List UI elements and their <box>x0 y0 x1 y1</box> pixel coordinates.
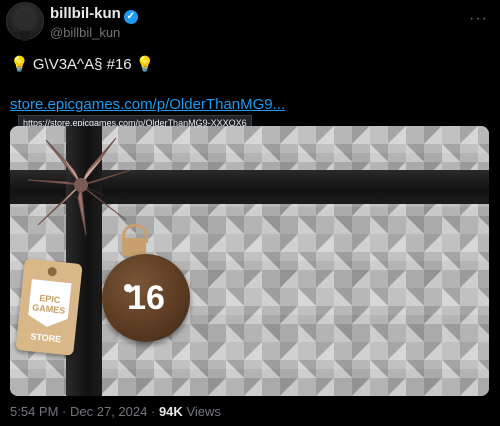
views-count: 94K <box>158 404 183 419</box>
views-label: Views <box>186 404 221 419</box>
epic-logo: EPIC GAMES <box>27 279 72 329</box>
ornament-dot <box>124 284 132 292</box>
epic-store-label: STORE <box>29 331 62 345</box>
avatar[interactable] <box>6 2 44 40</box>
tweet-text: 💡 G\V3A^A§ #16 💡 <box>10 55 155 73</box>
meta-separator: · <box>62 404 67 419</box>
lightbulb-icon: 💡 <box>135 56 155 73</box>
tweet-meta: 5:54 PM · Dec 27, 2024 · 94K Views <box>10 404 221 419</box>
bow-icon <box>27 137 132 236</box>
ornament-badge: 16 <box>102 254 190 342</box>
tweet-link[interactable]: store.epicgames.com/p/OlderThanMG9... <box>10 96 285 113</box>
verified-badge-icon: ✓ <box>123 10 138 24</box>
meta-separator: · <box>150 404 156 419</box>
lightbulb-icon: 💡 <box>10 56 29 73</box>
author-name[interactable]: billbil-kun ✓ <box>50 5 138 24</box>
author-handle[interactable]: @billbil_kun <box>50 25 120 40</box>
tweet-image[interactable]: EPIC GAMES STORE 16 <box>10 126 489 396</box>
epic-games-store-tag: EPIC GAMES STORE <box>15 258 83 356</box>
ornament-number: 16 <box>127 278 165 317</box>
tag-hole <box>47 266 58 277</box>
tweet-body: G\V3A^A§ #16 <box>32 56 132 73</box>
tweet-date[interactable]: Dec 27, 2024 <box>70 404 147 419</box>
author-display-name[interactable]: billbil-kun <box>50 5 121 22</box>
epic-logo-line2: GAMES <box>31 302 66 316</box>
tweet-time[interactable]: 5:54 PM <box>10 404 58 419</box>
more-options-icon[interactable]: ··· <box>469 10 488 28</box>
